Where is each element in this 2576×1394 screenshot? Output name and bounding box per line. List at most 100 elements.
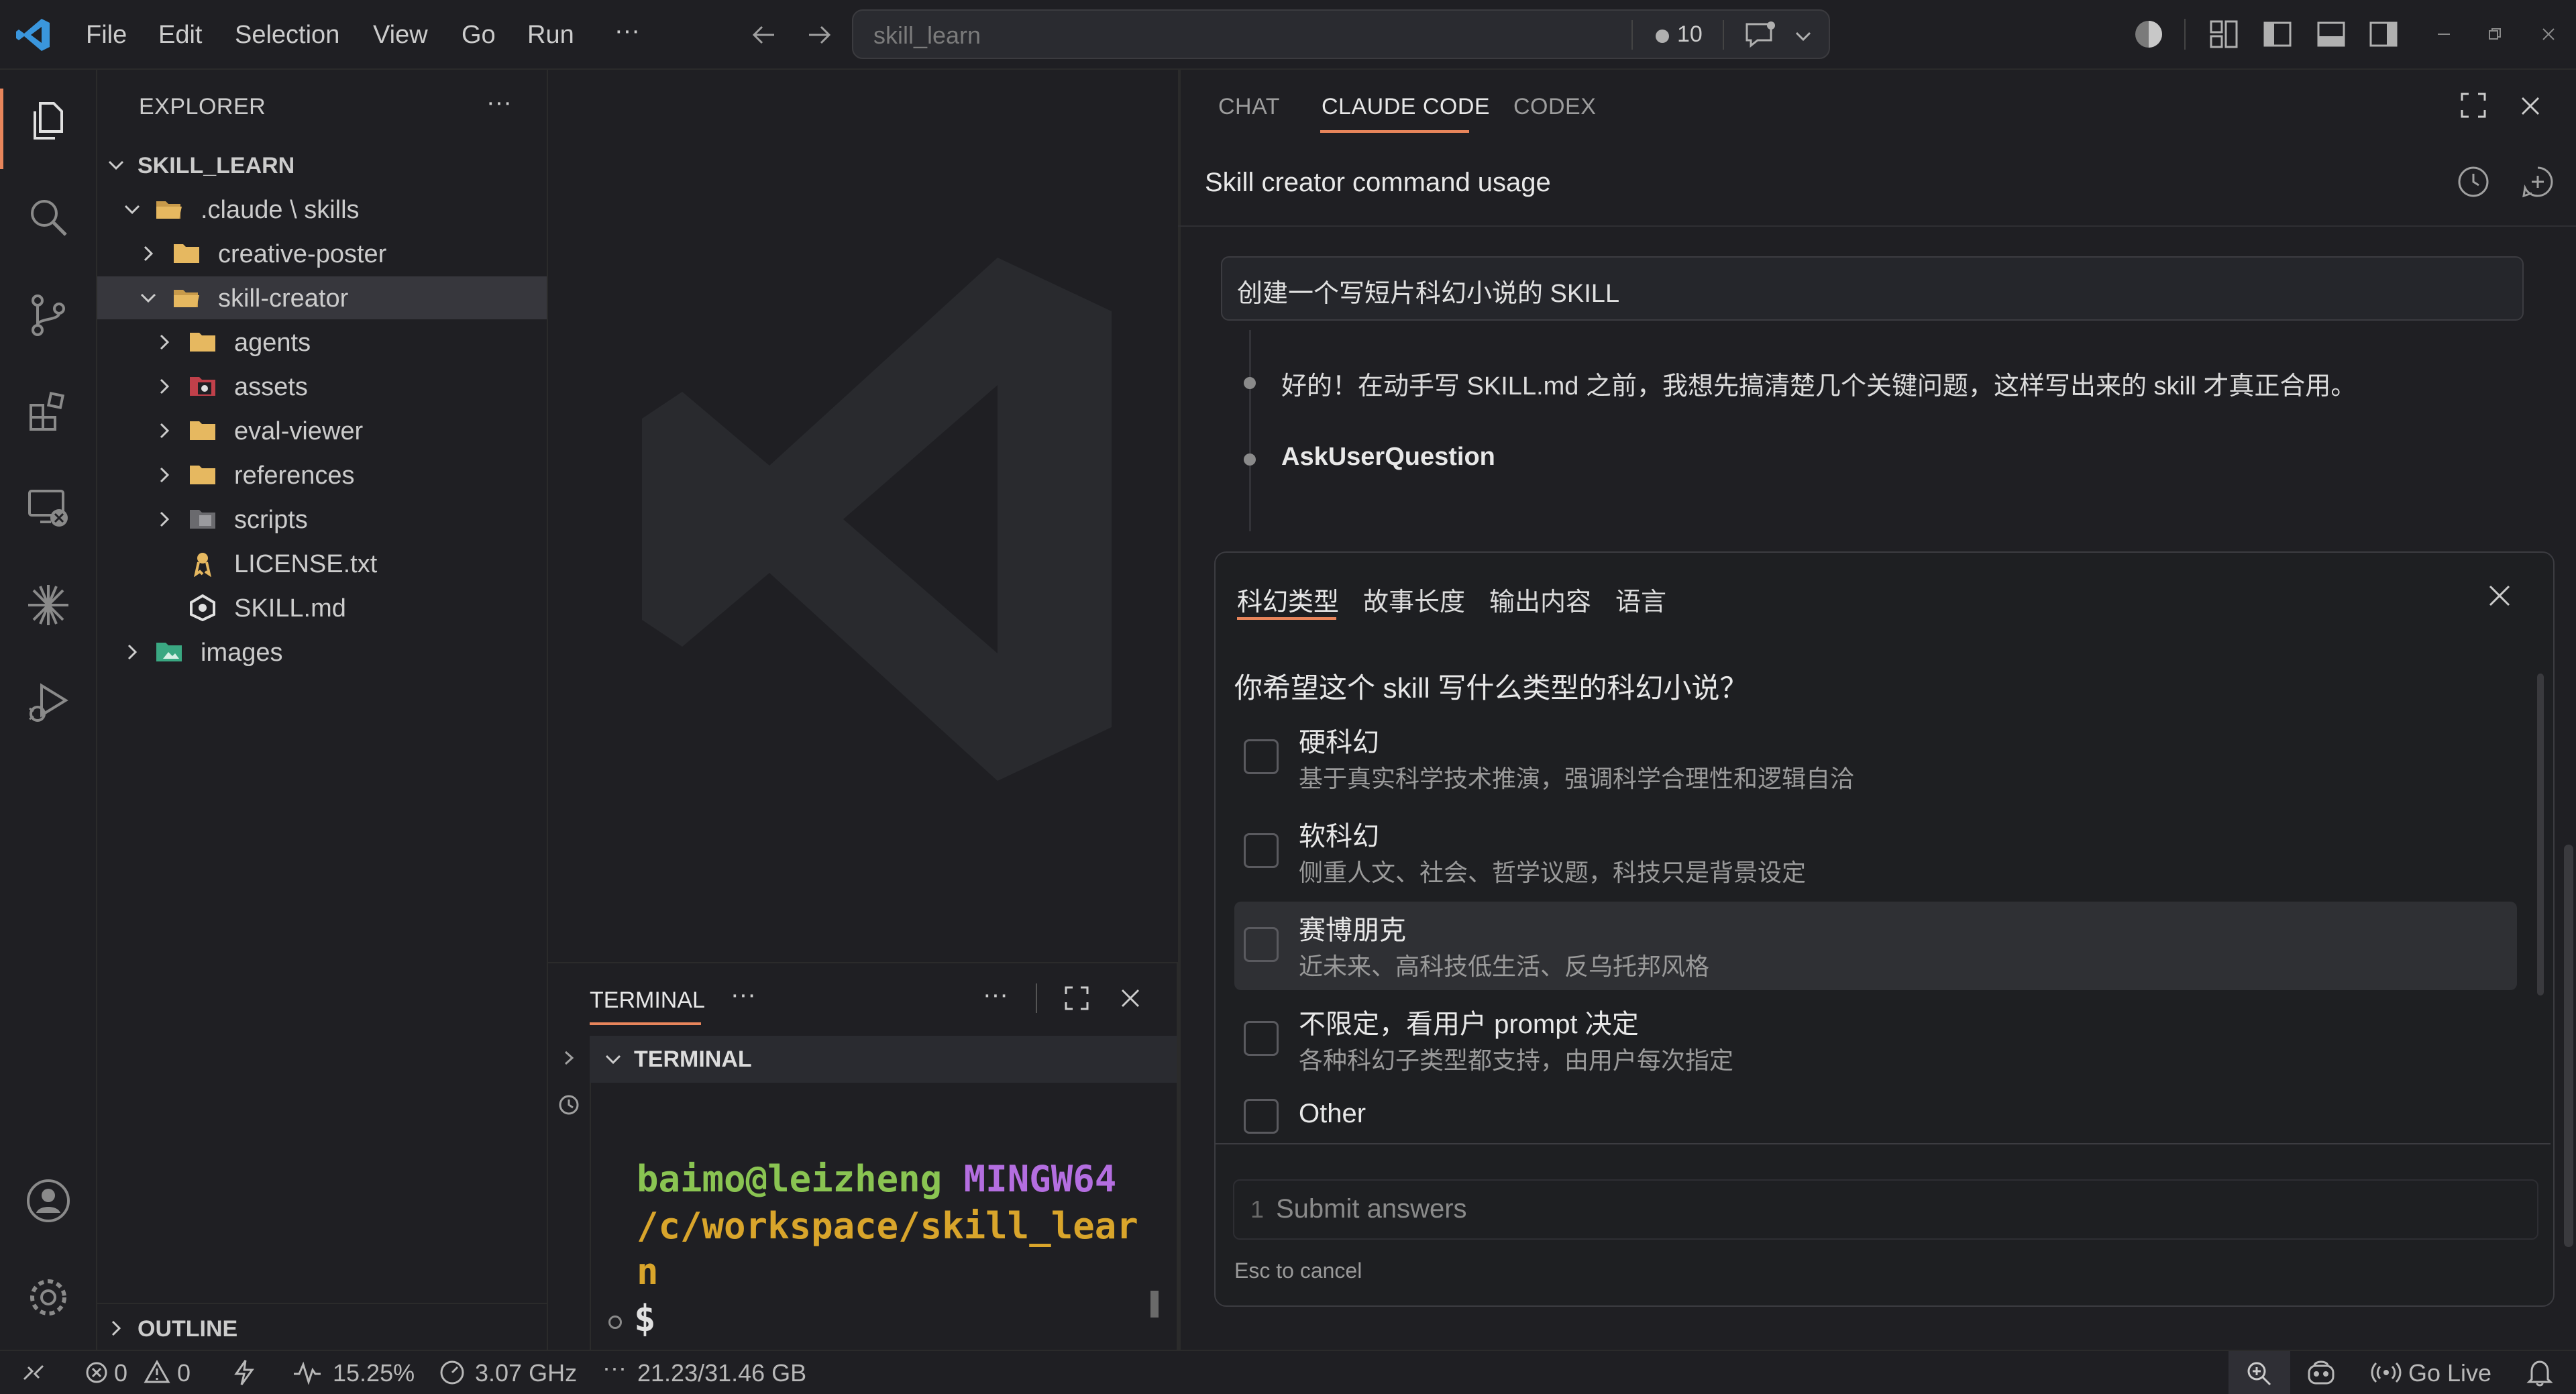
close-panel-icon[interactable] (1117, 985, 1144, 1012)
outline-label: OUTLINE (138, 1316, 238, 1342)
option-unrestricted[interactable]: 不限定，看用户 prompt 决定 各种科幻子类型都支持，由用户每次指定 (1234, 996, 2517, 1084)
settings-gear-icon[interactable] (24, 1273, 72, 1322)
menu-view[interactable]: View (373, 19, 428, 51)
tab-chat[interactable]: CHAT (1218, 94, 1280, 120)
tree-item-agents[interactable]: agents (97, 321, 547, 364)
chevron-right-icon (160, 423, 170, 439)
problems-indicator[interactable]: 0 0 (85, 1358, 205, 1387)
chevron-down-icon[interactable] (1792, 25, 1814, 47)
restore-icon[interactable] (2485, 24, 2505, 44)
option-soft-scifi[interactable]: 软科幻 侧重人文、社会、哲学议题，科技只是背景设定 (1234, 808, 2517, 896)
new-chat-icon[interactable] (2520, 164, 2556, 200)
question-tab-length[interactable]: 故事长度 (1363, 581, 1465, 618)
menu-run[interactable]: Run (527, 19, 574, 51)
terminal-section-header[interactable]: TERMINAL (590, 1036, 1177, 1083)
tree-item-license[interactable]: LICENSE.txt (97, 542, 547, 585)
terminal-tab-more[interactable]: ··· (731, 981, 756, 1010)
question-tab-language[interactable]: 语言 (1615, 581, 1666, 618)
tree-item-images[interactable]: images (97, 631, 547, 674)
tree-item-scripts[interactable]: scripts (97, 498, 547, 541)
source-control-icon[interactable] (24, 291, 72, 339)
lightning-icon[interactable] (232, 1359, 256, 1386)
menu-go[interactable]: Go (462, 19, 496, 51)
submit-answers-button[interactable]: 1 Submit answers (1233, 1179, 2538, 1240)
claude-spark-icon[interactable] (24, 581, 72, 629)
terminal-more-button[interactable]: ··· (983, 981, 1008, 1010)
close-icon[interactable] (2517, 93, 2544, 119)
maximize-panel-icon[interactable] (1063, 985, 1090, 1012)
menu-selection[interactable]: Selection (235, 19, 339, 51)
toggle-primary-sidebar-icon[interactable] (2262, 19, 2293, 50)
explorer-files-icon[interactable] (24, 97, 72, 145)
option-other[interactable]: Other (1234, 1089, 2517, 1142)
run-debug-icon[interactable] (24, 679, 72, 727)
tree-root-skill-learn[interactable]: SKILL_LEARN (97, 144, 547, 186)
chat-icon[interactable] (1743, 20, 1778, 50)
forward-arrow-icon[interactable] (804, 20, 833, 50)
tree-root-label: SKILL_LEARN (138, 153, 295, 178)
terminal-tab[interactable]: TERMINAL (590, 987, 705, 1014)
close-window-icon[interactable] (2538, 24, 2559, 44)
remote-explorer-icon[interactable] (24, 484, 72, 533)
remote-indicator-icon[interactable] (20, 1359, 47, 1386)
history-icon[interactable] (2455, 164, 2491, 200)
menu-edit[interactable]: Edit (158, 19, 202, 51)
cpu-frequency: 3.07 GHz (475, 1359, 578, 1387)
changes-count: 10 (1677, 21, 1703, 47)
toggle-panel-icon[interactable] (2316, 19, 2347, 50)
chat-scrollbar[interactable] (2564, 845, 2573, 1247)
tab-codex[interactable]: CODEX (1513, 94, 1596, 120)
zoom-button[interactable] (2229, 1351, 2290, 1394)
tree-item-skill-md[interactable]: SKILL.md (97, 586, 547, 629)
tree-item-creative-poster[interactable]: creative-poster (97, 232, 547, 275)
notifications-bell-icon[interactable] (2526, 1358, 2553, 1387)
tool-call-name[interactable]: AskUserQuestion (1281, 443, 1495, 472)
tree-item-eval-viewer[interactable]: eval-viewer (97, 409, 547, 452)
copilot-icon[interactable] (2305, 1358, 2337, 1387)
go-live-button[interactable]: Go Live (2371, 1356, 2514, 1389)
memory-dots-icon: ··· (602, 1354, 627, 1381)
speed-gauge-icon (439, 1359, 466, 1386)
tree-item-claude-skills[interactable]: .claude \ skills (97, 188, 547, 231)
outline-section-header[interactable]: OUTLINE (97, 1303, 547, 1351)
tree-item-skill-creator[interactable]: skill-creator (97, 276, 547, 319)
menu-file[interactable]: File (86, 19, 127, 51)
option-checkbox[interactable] (1244, 927, 1279, 962)
explorer-more-button[interactable]: ··· (486, 89, 512, 117)
tree-item-assets[interactable]: assets (97, 365, 547, 408)
option-description: 各种科幻子类型都支持，由用户每次指定 (1299, 1047, 1734, 1074)
option-label: 不限定，看用户 prompt 决定 (1299, 1010, 1639, 1039)
search-icon[interactable] (24, 193, 72, 242)
accounts-icon[interactable] (2132, 17, 2165, 51)
close-question-icon[interactable] (2483, 580, 2516, 612)
question-scrollbar[interactable] (2537, 674, 2544, 996)
extensions-icon[interactable] (24, 388, 72, 436)
question-tab-genre[interactable]: 科幻类型 (1237, 581, 1339, 618)
tree-item-label: scripts (234, 506, 308, 534)
menu-more[interactable]: ··· (614, 15, 640, 47)
option-checkbox[interactable] (1244, 1021, 1279, 1056)
chevron-right-icon[interactable] (559, 1048, 579, 1068)
option-cyberpunk[interactable]: 赛博朋克 近未来、高科技低生活、反乌托邦风格 (1234, 902, 2517, 990)
tab-claude-code[interactable]: CLAUDE CODE (1322, 94, 1490, 120)
customize-layout-icon[interactable] (2208, 19, 2239, 50)
explorer-sidebar: EXPLORER ··· SKILL_LEARN .claude \ skill… (97, 70, 548, 1350)
folder-assets-icon (190, 377, 215, 396)
terminal-scrollbar[interactable] (1150, 1291, 1159, 1318)
tree-item-label: images (201, 639, 283, 667)
option-checkbox[interactable] (1244, 833, 1279, 868)
option-checkbox[interactable] (1244, 739, 1279, 774)
back-arrow-icon[interactable] (750, 20, 780, 50)
account-icon[interactable] (24, 1177, 72, 1225)
option-checkbox[interactable] (1244, 1099, 1279, 1134)
tree-item-references[interactable]: references (97, 453, 547, 496)
question-tab-output[interactable]: 输出内容 (1489, 581, 1591, 618)
terminal-prompt-symbol: $ (634, 1297, 656, 1340)
chevron-down-icon (140, 293, 156, 303)
option-hard-scifi[interactable]: 硬科幻 基于真实科学技术推演，强调科学合理性和逻辑自洽 (1234, 714, 2517, 802)
toggle-secondary-sidebar-icon[interactable] (2368, 19, 2399, 50)
history-icon[interactable] (556, 1092, 582, 1118)
minimize-icon[interactable] (2434, 24, 2454, 44)
maximize-icon[interactable] (2459, 91, 2487, 119)
command-center-search[interactable]: skill_learn 10 (852, 9, 1830, 59)
